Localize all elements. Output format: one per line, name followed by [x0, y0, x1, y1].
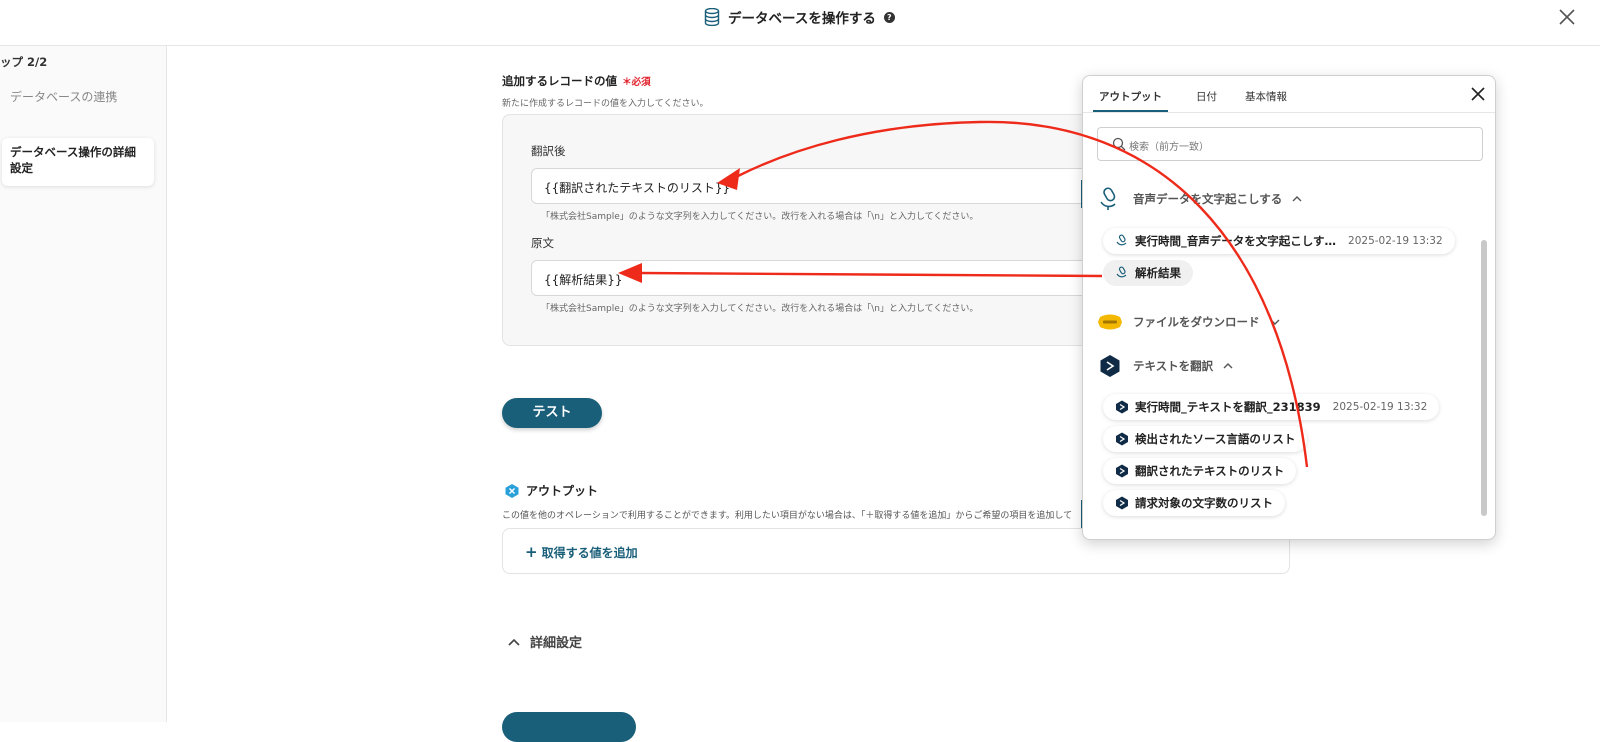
group-title: ファイルをダウンロード — [1133, 315, 1260, 329]
search-placeholder: 検索（前方一致） — [1129, 142, 1209, 153]
details-label: 詳細設定 — [530, 636, 583, 651]
group-transcribe[interactable]: 音声データを文字起こしする — [1097, 186, 1302, 212]
required-badge: ＊必須 — [622, 77, 651, 88]
search-input[interactable]: 検索（前方一致） — [1097, 127, 1483, 161]
chip-timestamp: 2025-02-19 13:32 — [1332, 401, 1428, 413]
sidebar-item-db-link[interactable]: データベースの連携 — [10, 88, 117, 105]
scrollbar-thumb[interactable] — [1481, 240, 1487, 516]
output-chip-transcribe-time[interactable]: 実行時間_音声データを文字起こしす… 2025-02-19 13:32 — [1103, 228, 1455, 254]
deepl-icon — [1116, 496, 1128, 510]
chip-label: 実行時間_音声データを文字起こしす… — [1135, 234, 1337, 248]
group-translate[interactable]: テキストを翻訳 — [1097, 353, 1233, 379]
chevron-down-icon — [1270, 319, 1279, 325]
output-chip-translated-text[interactable]: 翻訳されたテキストのリスト — [1103, 458, 1297, 484]
chip-label: 翻訳されたテキストのリスト — [1135, 464, 1285, 478]
tab-output[interactable]: アウトプット — [1093, 76, 1168, 112]
step-indicator: ップ 2/2 — [0, 55, 48, 69]
test-button[interactable]: テスト — [502, 398, 602, 428]
output-title: アウトプット — [526, 484, 599, 498]
sidebar: ップ 2/2 データベースの連携 データベース操作の詳細設定 — [0, 46, 167, 722]
field-label-translated: 翻訳後 — [531, 144, 566, 158]
output-chip-source-language[interactable]: 検出されたソース言語のリスト — [1103, 426, 1308, 452]
chip-timestamp: 2025-02-19 13:32 — [1348, 235, 1443, 247]
output-chip-translate-time[interactable]: 実行時間_テキストを翻訳_231839 2025-02-19 13:32 — [1103, 394, 1440, 420]
group-title: テキストを翻訳 — [1133, 359, 1214, 373]
section-label: 追加するレコードの値 — [502, 74, 617, 88]
microphone-icon — [1097, 186, 1123, 212]
chip-label: 解析結果 — [1135, 266, 1181, 280]
output-icon — [505, 483, 519, 498]
chevron-up-icon — [1292, 196, 1302, 202]
tab-divider — [1083, 112, 1495, 113]
header-bar: データベースを操作する ? — [0, 0, 1600, 46]
modal-title: データベースを操作する ? — [704, 7, 895, 27]
tab-date[interactable]: 日付 — [1196, 76, 1217, 112]
search-icon — [1112, 137, 1126, 151]
microphone-icon — [1116, 234, 1127, 246]
close-icon[interactable] — [1469, 85, 1487, 103]
deepl-icon — [1116, 432, 1128, 446]
chip-label: 実行時間_テキストを翻訳_231839 — [1135, 400, 1321, 414]
output-chip-billed-chars[interactable]: 請求対象の文字数のリスト — [1103, 490, 1285, 516]
group-download[interactable]: ファイルをダウンロード — [1097, 309, 1280, 335]
question-icon[interactable]: ? — [883, 11, 895, 23]
deepl-icon — [1116, 464, 1128, 478]
deepl-icon — [1116, 400, 1128, 414]
chevron-up-icon — [508, 638, 520, 646]
database-icon — [704, 8, 720, 26]
chip-label: 検出されたソース言語のリスト — [1135, 432, 1296, 446]
plus-icon: + — [525, 543, 538, 561]
details-toggle[interactable]: 詳細設定 — [508, 632, 582, 651]
output-picker-panel: アウトプット 日付 基本情報 検索（前方一致） 音声データを文字起こしする 実行… — [1082, 75, 1496, 540]
add-value-link[interactable]: + 取得する値を追加 — [525, 543, 638, 561]
field-hint-translated: 「株式会社Sample」のような文字列を入力してください。改行を入れる場合は「\… — [541, 212, 979, 222]
save-button[interactable] — [502, 712, 636, 742]
chip-label: 請求対象の文字数のリスト — [1135, 496, 1273, 510]
tab-basic-info[interactable]: 基本情報 — [1245, 76, 1287, 112]
section-hint: 新たに作成するレコードの値を入力してください。 — [502, 99, 709, 109]
kintone-icon — [1097, 309, 1123, 335]
panel-tabs: アウトプット 日付 基本情報 — [1093, 76, 1287, 112]
close-icon[interactable] — [1556, 6, 1578, 28]
group-title: 音声データを文字起こしする — [1133, 192, 1283, 206]
field-label-original: 原文 — [531, 236, 554, 250]
deepl-icon — [1097, 353, 1123, 379]
chevron-up-icon — [1223, 363, 1233, 369]
title-text: データベースを操作する — [728, 11, 876, 27]
add-value-label: 取得する値を追加 — [541, 546, 638, 560]
sidebar-item-db-detail[interactable]: データベース操作の詳細設定 — [2, 138, 154, 186]
output-hint: この値を他のオペレーションで利用することができます。利用したい項目がない場合は、… — [502, 511, 1072, 521]
microphone-icon — [1116, 266, 1127, 278]
output-header: アウトプット — [504, 482, 598, 499]
field-hint-original: 「株式会社Sample」のような文字列を入力してください。改行を入れる場合は「\… — [541, 304, 979, 314]
output-chip-analysis-result[interactable]: 解析結果 — [1103, 260, 1193, 286]
